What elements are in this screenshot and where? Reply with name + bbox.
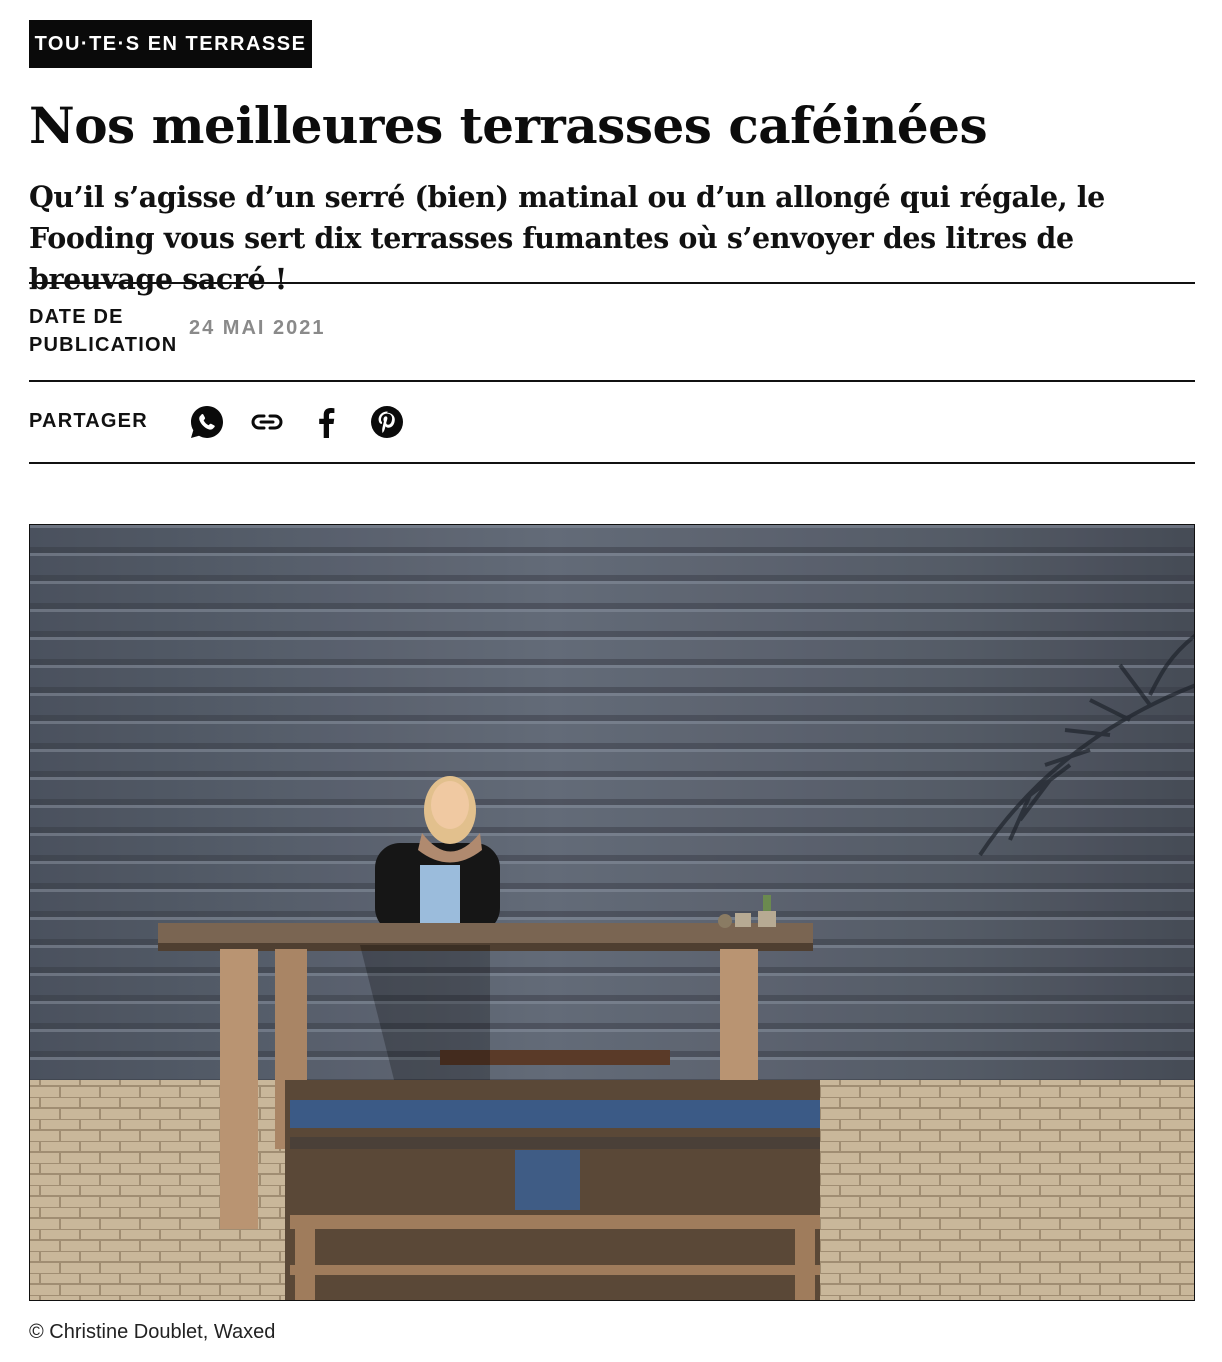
- article-photo: [29, 524, 1195, 1301]
- divider: [29, 462, 1195, 464]
- share-label: PARTAGER: [29, 410, 148, 432]
- date-value: 24 MAI 2021: [189, 317, 326, 339]
- divider: [29, 282, 1195, 284]
- facebook-icon[interactable]: [309, 402, 345, 442]
- link-icon[interactable]: [249, 402, 285, 442]
- page-title: Nos meilleures terrasses caféinées: [29, 96, 988, 155]
- divider: [29, 380, 1195, 382]
- terrace-photo-illustration: [30, 525, 1194, 1300]
- pallet-bench: [285, 1080, 820, 1300]
- pinterest-icon[interactable]: [369, 402, 405, 442]
- date-label: DATE DE PUBLICATION: [29, 306, 178, 356]
- share-buttons: [189, 402, 405, 442]
- photo-credit: © Christine Doublet, Waxed: [29, 1321, 276, 1343]
- category-tag[interactable]: TOU·TE·S EN TERRASSE !: [29, 20, 312, 103]
- whatsapp-icon[interactable]: [189, 402, 225, 442]
